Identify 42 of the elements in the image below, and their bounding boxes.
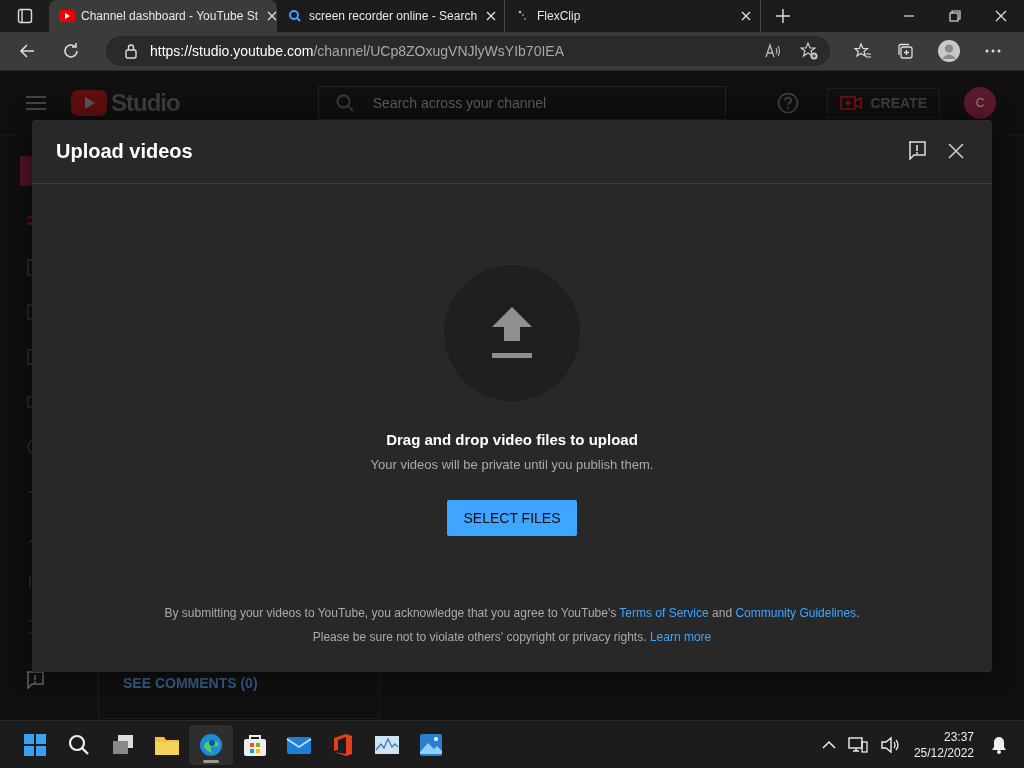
refresh-icon[interactable] bbox=[62, 41, 80, 60]
new-tab-icon[interactable] bbox=[775, 8, 791, 24]
profile-icon[interactable] bbox=[938, 39, 960, 62]
close-icon[interactable] bbox=[948, 143, 964, 160]
collections-icon[interactable] bbox=[896, 41, 914, 60]
youtube-icon bbox=[59, 8, 75, 24]
dialog-title: Upload videos bbox=[56, 139, 193, 163]
notification-icon[interactable] bbox=[990, 735, 1008, 754]
legal-link[interactable]: Terms of Service bbox=[619, 605, 709, 620]
url-text: https://studio.youtube.com/channel/UCp8ZOxugVNJlyWsYIb70IEA bbox=[150, 42, 564, 59]
volume-icon[interactable] bbox=[879, 735, 900, 754]
star-add-icon[interactable] bbox=[800, 41, 818, 60]
clock-date[interactable]: 25/12/2022 bbox=[913, 744, 974, 761]
upload-subtext: Your videos will be private until you publish them. bbox=[370, 456, 654, 472]
photo-icon[interactable] bbox=[418, 731, 444, 758]
lock-icon bbox=[124, 42, 138, 59]
tab-actions-icon[interactable] bbox=[17, 8, 33, 24]
favorites-icon[interactable] bbox=[854, 41, 872, 60]
windows-icon[interactable] bbox=[22, 731, 48, 758]
search-icon bbox=[335, 93, 354, 112]
upload-heading: Drag and drop video files to upload bbox=[386, 430, 638, 448]
upload-icon[interactable] bbox=[444, 264, 580, 401]
browser-tab[interactable]: Channel dashboard - YouTube St bbox=[49, 0, 277, 32]
browser-icon[interactable] bbox=[198, 731, 224, 758]
active-indicator bbox=[203, 759, 219, 763]
restore-icon[interactable] bbox=[949, 10, 961, 22]
legal-text: By submitting your videos to YouTube, you acknowledge that you agree to YouTube's Terms of Service and Community Guidelines. bbox=[164, 605, 860, 620]
select-files-button[interactable]: SELECT FILES bbox=[447, 499, 577, 536]
network-icon[interactable] bbox=[847, 735, 868, 754]
clock-time[interactable]: 23:37 bbox=[943, 728, 974, 745]
search-field[interactable]: Search across your channel bbox=[317, 85, 726, 120]
read-aloud-icon[interactable] bbox=[764, 42, 782, 59]
legal-link[interactable]: Learn more bbox=[649, 629, 712, 644]
youtube-logo-icon[interactable] bbox=[71, 89, 107, 116]
close-icon[interactable] bbox=[995, 10, 1007, 22]
legal-text: Please be sure not to violate others' copyright or privacy rights. Learn more bbox=[312, 629, 712, 644]
address-field[interactable]: https://studio.youtube.com/channel/UCp8ZOxugVNJlyWsYIb70IEA bbox=[106, 35, 830, 66]
chevron-up-icon[interactable] bbox=[821, 739, 836, 750]
back-icon[interactable] bbox=[18, 41, 36, 60]
video-plus-icon bbox=[840, 94, 863, 111]
avatar[interactable]: C bbox=[964, 86, 996, 119]
search-icon bbox=[287, 8, 303, 24]
